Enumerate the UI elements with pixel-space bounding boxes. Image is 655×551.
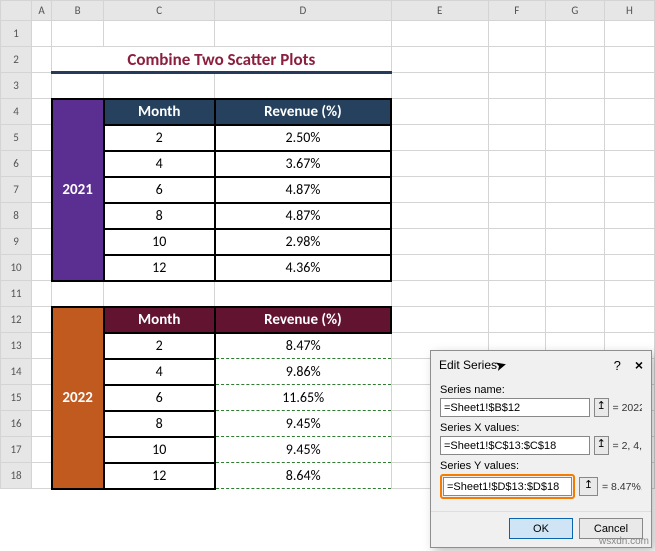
table2-month-header: Month <box>104 307 215 333</box>
table1-month-header: Month <box>104 99 215 125</box>
edit-series-dialog[interactable]: Edit Series ? × Series name: ↥ = 2022 Se… <box>430 350 652 548</box>
series-name-input[interactable] <box>440 398 590 417</box>
row-header[interactable]: 11 <box>1 281 32 307</box>
row-header[interactable]: 10 <box>1 255 32 281</box>
table-cell[interactable]: 2 <box>104 333 215 359</box>
series-name-label: Series name: <box>440 384 642 396</box>
select-all-cell[interactable] <box>1 1 32 21</box>
ok-button[interactable]: OK <box>509 518 573 539</box>
collapse-dialog-icon[interactable]: ↥ <box>594 398 609 417</box>
table2-revenue-header: Revenue (%) <box>215 307 391 333</box>
collapse-dialog-icon[interactable]: ↥ <box>594 436 609 455</box>
selected-cell[interactable]: 9.45% <box>215 437 391 463</box>
table-cell[interactable]: 4.87% <box>215 203 391 229</box>
year-2022-label: 2022 <box>52 307 104 489</box>
row-header[interactable]: 8 <box>1 203 32 229</box>
help-icon[interactable]: ? <box>614 358 621 373</box>
series-x-input[interactable] <box>440 436 590 455</box>
table-cell[interactable]: 10 <box>104 437 215 463</box>
row-header[interactable]: 2 <box>1 47 32 73</box>
watermark: wsxdn.com <box>599 536 649 547</box>
row-header[interactable]: 15 <box>1 385 32 411</box>
row-header[interactable]: 17 <box>1 437 32 463</box>
row-header[interactable]: 18 <box>1 463 32 489</box>
col-header[interactable]: B <box>52 1 104 21</box>
col-header[interactable]: F <box>488 1 545 21</box>
table-cell[interactable]: 4 <box>104 151 215 177</box>
series-name-preview: = 2022 <box>613 402 642 414</box>
table-cell[interactable]: 2.98% <box>215 229 391 255</box>
table-cell[interactable]: 2 <box>104 125 215 151</box>
col-header[interactable]: C <box>104 1 215 21</box>
series-y-preview: = 8.47%, 9.86%, .. <box>602 481 642 493</box>
row-header[interactable]: 14 <box>1 359 32 385</box>
table-cell[interactable]: 4.36% <box>215 255 391 281</box>
series-x-label: Series X values: <box>440 422 642 434</box>
dialog-title: Edit Series <box>439 358 497 372</box>
col-header[interactable]: G <box>545 1 604 21</box>
table-cell[interactable]: 4 <box>104 359 215 385</box>
row-header[interactable]: 9 <box>1 229 32 255</box>
col-header[interactable]: H <box>604 1 654 21</box>
col-header[interactable]: A <box>32 1 52 21</box>
row-header[interactable]: 7 <box>1 177 32 203</box>
col-header[interactable]: D <box>215 1 391 21</box>
table-cell[interactable]: 8 <box>104 411 215 437</box>
row-header[interactable]: 16 <box>1 411 32 437</box>
series-y-label: Series Y values: <box>440 460 642 472</box>
series-y-input[interactable] <box>443 477 572 496</box>
row-header[interactable]: 1 <box>1 21 32 47</box>
selected-cell[interactable]: 11.65% <box>215 385 391 411</box>
selected-cell[interactable]: 8.47% <box>215 333 391 359</box>
table-cell[interactable]: 10 <box>104 229 215 255</box>
year-2021-label: 2021 <box>52 99 104 281</box>
table-cell[interactable]: 6 <box>104 385 215 411</box>
table-cell[interactable]: 6 <box>104 177 215 203</box>
table-cell[interactable]: 3.67% <box>215 151 391 177</box>
collapse-dialog-icon[interactable]: ↥ <box>579 477 598 496</box>
table-cell[interactable]: 8 <box>104 203 215 229</box>
table-cell[interactable]: 2.50% <box>215 125 391 151</box>
table-cell[interactable]: 12 <box>104 255 215 281</box>
row-header[interactable]: 6 <box>1 151 32 177</box>
row-header[interactable]: 5 <box>1 125 32 151</box>
table-cell[interactable]: 4.87% <box>215 177 391 203</box>
series-x-preview: = 2, 4, 6, 8, 10... <box>613 440 642 452</box>
table-cell[interactable]: 12 <box>104 463 215 489</box>
row-header[interactable]: 3 <box>1 73 32 99</box>
page-title: Combine Two Scatter Plots <box>52 47 392 73</box>
col-header[interactable]: E <box>391 1 488 21</box>
close-icon[interactable]: × <box>635 357 643 373</box>
table1-revenue-header: Revenue (%) <box>215 99 391 125</box>
row-header[interactable]: 4 <box>1 99 32 125</box>
row-header[interactable]: 12 <box>1 307 32 333</box>
selected-cell[interactable]: 8.64% <box>215 463 391 489</box>
selected-cell[interactable]: 9.86% <box>215 359 391 385</box>
row-header[interactable]: 13 <box>1 333 32 359</box>
selected-cell[interactable]: 9.45% <box>215 411 391 437</box>
